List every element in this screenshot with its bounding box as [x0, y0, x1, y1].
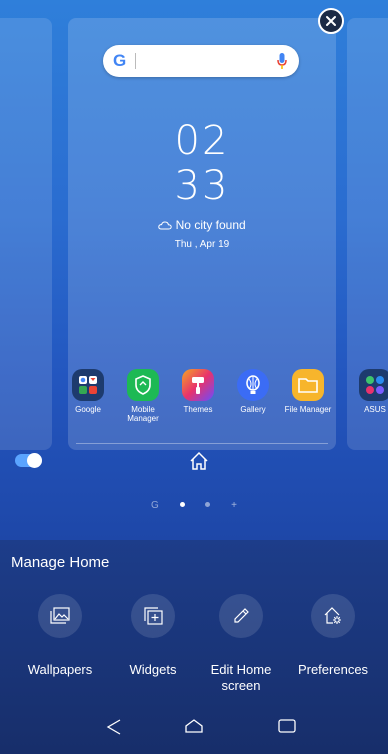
app-label: Mobile Manager [127, 405, 159, 423]
edit-home-screen-label: Edit Home screen [210, 662, 272, 693]
preferences-option[interactable]: Preferences [285, 594, 381, 678]
app-google-folder[interactable]: Google [62, 369, 114, 414]
home-nav-icon[interactable] [184, 718, 204, 734]
manage-home-sheet: Manage Home Wallpapers Widgets Edit Home… [0, 540, 388, 754]
mic-icon[interactable] [277, 52, 287, 70]
dock-divider [76, 443, 328, 444]
app-gallery[interactable]: Gallery [227, 369, 279, 414]
weather-text: No city found [175, 218, 246, 232]
page-indicator: G + [0, 500, 388, 511]
wallpaper-icon [50, 607, 70, 624]
search-widget[interactable]: G [103, 45, 299, 77]
wallpapers-option[interactable]: Wallpapers [12, 594, 108, 678]
weather-widget[interactable]: No city found [68, 218, 336, 232]
pencil-icon [234, 608, 249, 623]
app-themes[interactable]: Themes [172, 369, 224, 414]
wallpapers-button[interactable] [38, 594, 82, 638]
preferences-label: Preferences [297, 662, 369, 677]
google-feed-indicator[interactable]: G [151, 500, 159, 511]
back-nav-icon[interactable] [106, 718, 122, 736]
date-text: Thu , Apr 19 [174, 239, 230, 250]
sheet-title: Manage Home [11, 554, 110, 571]
mobile-manager-icon [127, 369, 159, 401]
widgets-icon [144, 607, 163, 625]
home-page-preview-left[interactable] [0, 18, 52, 450]
close-button[interactable] [318, 8, 344, 34]
search-cursor [135, 53, 136, 69]
file-manager-icon [292, 369, 324, 401]
google-logo-icon: G [113, 51, 127, 70]
app-mobile-manager[interactable]: Mobile Manager [117, 369, 169, 423]
app-label: ASUS [364, 405, 386, 414]
recent-apps-icon[interactable] [277, 718, 297, 734]
google-folder-icon [72, 369, 104, 401]
page-dot-active[interactable] [179, 502, 185, 507]
wallpapers-label: Wallpapers [27, 662, 93, 677]
page-dot[interactable] [205, 502, 211, 507]
app-file-manager[interactable]: File Manager [282, 369, 334, 414]
edit-home-screen-option[interactable]: Edit Home screen [193, 594, 289, 694]
close-icon [326, 16, 336, 26]
app-label: Gallery [240, 405, 266, 414]
app-label: Google [75, 405, 101, 414]
widgets-option[interactable]: Widgets [105, 594, 201, 678]
clock-minutes: 33 [174, 163, 230, 209]
app-label: File Manager [284, 405, 332, 414]
add-page-indicator[interactable]: + [231, 500, 237, 511]
themes-icon [182, 369, 214, 401]
preferences-button[interactable] [311, 594, 355, 638]
clock-hours: 02 [174, 118, 230, 164]
home-page-icon[interactable] [189, 451, 209, 471]
widgets-button[interactable] [131, 594, 175, 638]
widgets-label: Widgets [129, 662, 177, 677]
toggle-knob [27, 453, 42, 468]
cloud-icon [158, 221, 172, 230]
gallery-icon [237, 369, 269, 401]
app-label: Themes [183, 405, 213, 414]
toggle-switch[interactable] [15, 453, 42, 468]
home-settings-icon [324, 607, 341, 624]
asus-folder-icon [359, 369, 388, 401]
edit-home-screen-button[interactable] [219, 594, 263, 638]
app-asus-folder[interactable]: ASUS [349, 369, 388, 414]
